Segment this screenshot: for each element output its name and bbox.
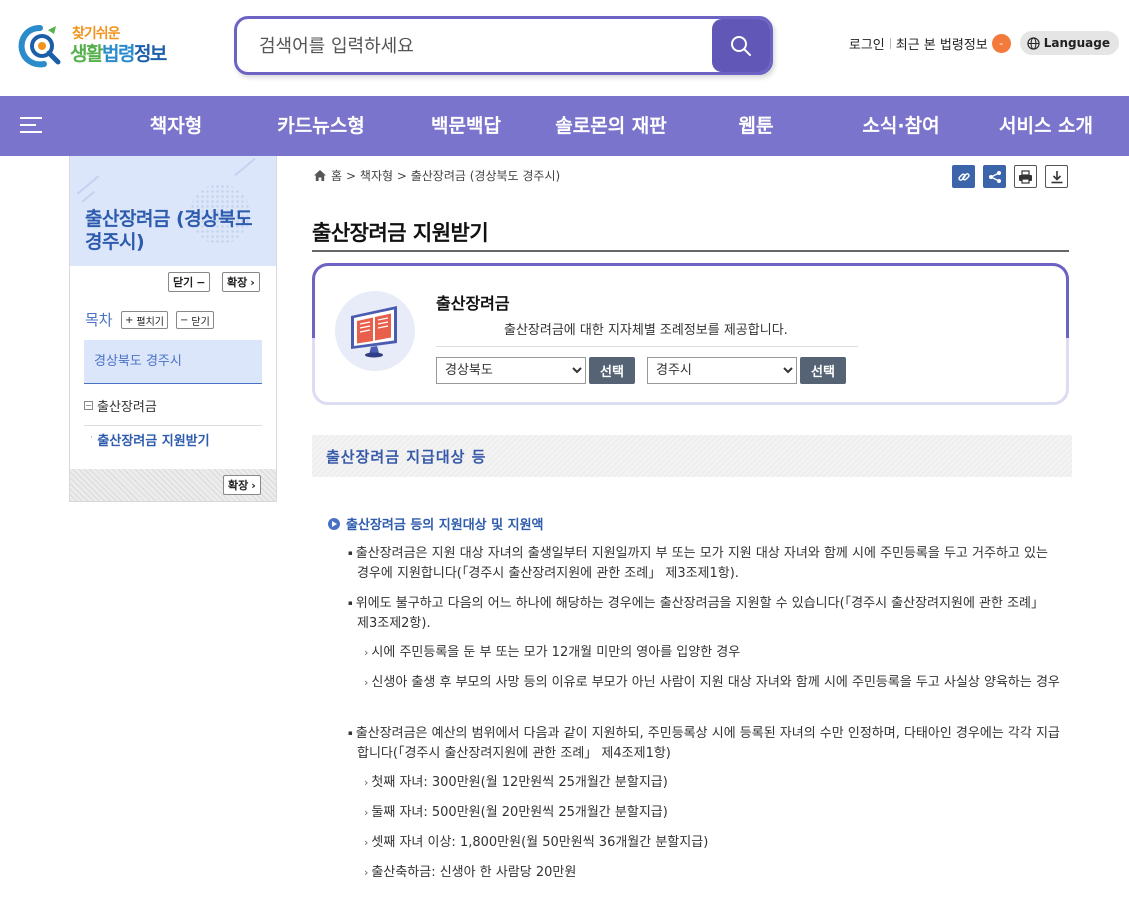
- content-list-item: 둘째 자녀: 500만원(월 20만원씩 25개월간 분할지급): [364, 803, 1060, 823]
- search-box: [234, 16, 773, 75]
- province-select[interactable]: 경상북도: [436, 357, 586, 384]
- home-icon: [314, 170, 326, 181]
- nav-item-book[interactable]: 책자형: [150, 96, 202, 156]
- recent-laws-link[interactable]: 최근 본 법령정보: [896, 34, 988, 53]
- nav-item-news[interactable]: 소식·참여: [862, 96, 939, 156]
- card-divider: [436, 346, 858, 347]
- search-input[interactable]: [259, 32, 699, 60]
- login-link[interactable]: 로그인: [849, 34, 885, 53]
- main-navigation: 책자형 카드뉴스형 백문백답 솔로몬의 재판 웹툰 소식·참여 서비스 소개: [0, 96, 1129, 156]
- download-button[interactable]: [1045, 165, 1068, 188]
- monitor-book-icon: [351, 306, 397, 358]
- language-button[interactable]: Language: [1019, 31, 1119, 55]
- chevron-right-icon: ›: [250, 275, 255, 289]
- section-header: 출산장려금 지급대상 등: [312, 435, 1072, 477]
- language-label: Language: [1043, 36, 1110, 50]
- nav-item-about[interactable]: 서비스 소개: [999, 96, 1093, 156]
- divider: [889, 37, 891, 49]
- toc-expand-all-button[interactable]: + 펼치기: [121, 311, 168, 329]
- page-title: 출산장려금 지원받기: [312, 221, 489, 245]
- sidebar-close-button[interactable]: 닫기 −: [168, 272, 211, 292]
- nav-item-solomon-trial[interactable]: 솔로몬의 재판: [555, 96, 667, 156]
- minus-icon: −: [196, 275, 206, 289]
- content-paragraph: 출산장려금은 지원 대상 자녀의 출생일부터 지원일까지 부 또는 모가 지원 …: [348, 543, 1060, 584]
- sidebar-footer: 확장 ›: [70, 469, 276, 501]
- sidebar-footer-expand-button[interactable]: 확장 ›: [223, 475, 261, 495]
- printer-icon: [1019, 169, 1032, 184]
- recent-count-badge: -: [991, 33, 1011, 53]
- globe-icon: [1027, 36, 1040, 50]
- download-icon: [1051, 170, 1062, 183]
- sub-heading: 출산장려금 등의 지원대상 및 지원액: [328, 514, 544, 533]
- share-button[interactable]: [983, 165, 1006, 188]
- chevron-right-icon: ›: [251, 478, 256, 492]
- breadcrumb: 홈 > 책자형 > 출산장려금 (경상북도 경주시): [313, 167, 560, 184]
- sidebar-expand-button[interactable]: 확장 ›: [222, 272, 260, 292]
- card-description: 출산장려금에 대한 지자체별 조례정보를 제공합니다.: [504, 323, 788, 338]
- city-select-button[interactable]: 선택: [800, 357, 846, 384]
- sidebar-title: 출산장려금 (경상북도 경주시): [85, 208, 253, 253]
- toc-collapse-all-button[interactable]: − 닫기: [176, 311, 214, 329]
- play-bullet-icon: [328, 517, 340, 530]
- province-select-button[interactable]: 선택: [589, 357, 635, 384]
- logo-title: 생활법령정보: [70, 43, 167, 65]
- title-divider: [312, 250, 1069, 252]
- nav-item-qna[interactable]: 백문백답: [431, 96, 501, 156]
- page-tools: [952, 165, 1068, 188]
- share-icon: [988, 170, 1001, 183]
- card-illustration: [335, 291, 415, 371]
- toc-label: 목차: [85, 311, 113, 329]
- info-card: 출산장려금 출산장려금에 대한 지자체별 조례정보를 제공합니다. 경상북도 선…: [312, 263, 1069, 405]
- breadcrumb-home-link[interactable]: 홈: [331, 167, 342, 184]
- content-list-item: 출산축하금: 신생아 한 사람당 20만원: [364, 863, 1060, 883]
- card-title: 출산장려금: [436, 294, 510, 313]
- minus-icon: −: [180, 314, 189, 326]
- toc-item[interactable]: − 출산장려금: [84, 386, 262, 426]
- search-button[interactable]: [712, 19, 770, 72]
- content-list-item: 첫째 자녀: 300만원(월 12만원씩 25개월간 분할지급): [364, 773, 1060, 793]
- site-header: 찾기쉬운 생활법령정보 로그인 최근 본 법령정보 - Language: [0, 0, 1129, 96]
- print-button[interactable]: [1014, 165, 1037, 188]
- nav-item-card-news[interactable]: 카드뉴스형: [277, 96, 364, 156]
- hamburger-menu-icon[interactable]: [20, 115, 42, 135]
- toc-region-item[interactable]: 경상북도 경주시: [84, 340, 262, 384]
- toc-sub-item-active[interactable]: · 출산장려금 지원받기: [90, 430, 210, 449]
- content-list-item: 시에 주민등록을 둔 부 또는 모가 12개월 미만의 영아를 입양한 경우: [364, 643, 1060, 663]
- city-select[interactable]: 경주시: [647, 357, 797, 384]
- link-icon: [957, 172, 970, 181]
- content-paragraph: 위에도 불구하고 다음의 어느 하나에 해당하는 경우에는 출산장려금을 지원할…: [348, 593, 1060, 634]
- plus-icon: +: [125, 314, 134, 326]
- sidebar-header: 출산장려금 (경상북도 경주시): [70, 156, 276, 266]
- site-logo[interactable]: 찾기쉬운 생활법령정보: [18, 20, 178, 70]
- magnifier-logo-icon: [18, 25, 61, 68]
- breadcrumb-path: > 책자형 > 출산장려금 (경상북도 경주시): [346, 169, 561, 183]
- collapse-box-icon: −: [84, 401, 93, 410]
- search-icon: [731, 35, 751, 56]
- utility-menu: 로그인 최근 본 법령정보 - Language: [849, 31, 1119, 55]
- content-list-item: 신생아 출생 후 부모의 사망 등의 이유로 부모가 아닌 사람이 지원 대상 …: [364, 673, 1060, 693]
- section-title: 출산장려금 지급대상 등: [326, 448, 487, 466]
- sidebar: 출산장려금 (경상북도 경주시) 닫기 − 확장 › 목차 + 펼치기 − 닫기 경상북…: [69, 156, 277, 502]
- content-paragraph: 출산장려금은 예산의 범위에서 다음과 같이 지원하되, 주민등록상 시에 등록…: [348, 723, 1060, 764]
- nav-item-webtoon[interactable]: 웹툰: [739, 96, 774, 156]
- content-list-item: 셋째 자녀 이상: 1,800만원(월 50만원씩 36개월간 분할지급): [364, 833, 1060, 853]
- copy-link-button[interactable]: [952, 165, 975, 188]
